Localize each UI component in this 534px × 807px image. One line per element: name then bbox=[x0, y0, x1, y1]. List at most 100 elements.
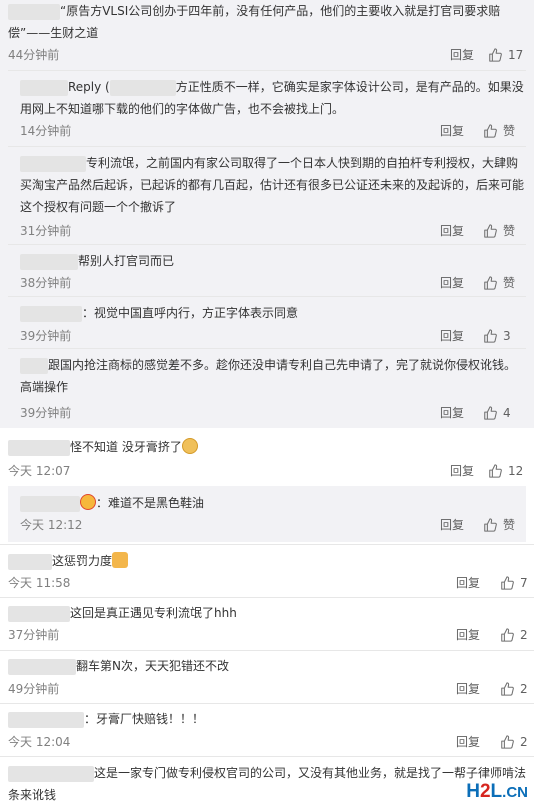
chick-emoji-icon bbox=[80, 494, 96, 510]
divider bbox=[8, 296, 526, 297]
thumb-up-icon bbox=[489, 48, 502, 62]
timestamp: 今天 11:58 bbox=[8, 576, 71, 590]
like-button[interactable]: 2 bbox=[500, 627, 528, 643]
timestamp: 44分钟前 bbox=[8, 48, 60, 62]
timestamp: 今天 12:12 bbox=[20, 518, 83, 532]
like-button[interactable]: 7 bbox=[500, 575, 528, 591]
like-button[interactable]: 4 bbox=[483, 405, 511, 421]
divider bbox=[0, 544, 534, 545]
watermark-letter: L bbox=[490, 781, 503, 802]
divider bbox=[0, 597, 534, 598]
timestamp: 49分钟前 bbox=[8, 682, 60, 696]
reply-button[interactable]: 回复 bbox=[456, 575, 480, 591]
reply-button[interactable]: 回复 bbox=[456, 627, 480, 643]
like-button[interactable]: 赞 bbox=[483, 123, 515, 139]
like-button[interactable]: 12 bbox=[488, 463, 523, 479]
reply-button[interactable]: 回复 bbox=[440, 123, 464, 139]
timestamp: 39分钟前 bbox=[20, 406, 72, 420]
like-button[interactable]: 3 bbox=[483, 328, 511, 344]
masked-username[interactable] bbox=[8, 3, 60, 20]
masked-username[interactable] bbox=[109, 79, 176, 96]
comment-text: 帮别人打官司而已 bbox=[20, 250, 525, 272]
comment-text: ：视觉中国直呼内行，方正字体表示同意 bbox=[20, 302, 525, 324]
divider bbox=[0, 756, 534, 757]
thumb-up-icon bbox=[484, 518, 497, 532]
like-count: 赞 bbox=[503, 276, 516, 290]
timestamp: 14分钟前 bbox=[20, 124, 72, 138]
like-button[interactable]: 2 bbox=[500, 681, 528, 697]
masked-username[interactable] bbox=[8, 658, 76, 675]
masked-username[interactable] bbox=[8, 439, 70, 456]
divider bbox=[8, 244, 526, 245]
masked-username[interactable] bbox=[20, 305, 82, 322]
reply-button[interactable]: 回复 bbox=[456, 681, 480, 697]
reply-button[interactable]: 回复 bbox=[440, 223, 464, 239]
divider bbox=[0, 650, 534, 651]
timestamp: 39分钟前 bbox=[20, 329, 72, 343]
thumb-up-icon bbox=[501, 682, 514, 696]
reply-button[interactable]: 回复 bbox=[450, 47, 474, 63]
masked-username[interactable] bbox=[8, 553, 52, 570]
like-button[interactable]: 赞 bbox=[483, 223, 515, 239]
reply-block-6: 跟国内抢注商标的感觉差不多。趁你还没申请专利自己先申请了，完了就说你侵权讹钱。高… bbox=[0, 348, 534, 428]
comment-text: ：牙膏厂快赔钱！！！ bbox=[8, 708, 526, 730]
comment-text: 跟国内抢注商标的感觉差不多。趁你还没申请专利自己先申请了，完了就说你侵权讹钱。高… bbox=[20, 357, 517, 394]
reply-block-3: 专利流氓，之前国内有家公司取得了一个日本人快到期的自拍杆专利授权，大肆购买淘宝产… bbox=[0, 146, 534, 244]
comment-text: “原告方VLSI公司创办于四年前，没有任何产品，他们的主要收入就是打官司要求赔偿… bbox=[8, 3, 501, 40]
comment-13: 这是一家专门做专利侵权官司的公司，又没有其他业务，就是找了一帮子律师啃法条来讹钱 bbox=[0, 756, 534, 807]
comment-text: 这惩罚力度 bbox=[8, 550, 526, 572]
site-watermark-logo: H2L.CN bbox=[466, 781, 528, 803]
like-button[interactable]: 2 bbox=[500, 734, 528, 750]
watermark-suffix: .CN bbox=[502, 784, 528, 801]
reply-block-1: “原告方VLSI公司创办于四年前，没有任何产品，他们的主要收入就是打官司要求赔偿… bbox=[0, 0, 534, 70]
reply-block-2: Reply (方正性质不一样，它确实是家字体设计公司，是有产品的。如果没用网上不… bbox=[0, 70, 534, 146]
comment-text: 专利流氓，之前国内有家公司取得了一个日本人快到期的自拍杆专利授权，大肆购买淘宝产… bbox=[20, 155, 525, 214]
timestamp: 38分钟前 bbox=[20, 276, 72, 290]
like-count: 3 bbox=[503, 329, 511, 343]
divider bbox=[8, 146, 526, 147]
masked-username[interactable] bbox=[20, 253, 78, 270]
masked-username[interactable] bbox=[20, 79, 68, 96]
reply-button[interactable]: 回复 bbox=[440, 517, 464, 533]
thumb-up-icon bbox=[501, 628, 514, 642]
timestamp: 今天 12:04 bbox=[8, 735, 71, 749]
reply-button[interactable]: 回复 bbox=[456, 734, 480, 750]
like-count: 17 bbox=[508, 48, 524, 62]
thumb-up-icon bbox=[501, 576, 514, 590]
comment-7: 怪不知道 没牙膏挤了 今天 12:07 回复 12 bbox=[0, 428, 534, 484]
reply-button[interactable]: 回复 bbox=[440, 275, 464, 291]
timestamp: 31分钟前 bbox=[20, 224, 72, 238]
like-count: 2 bbox=[520, 628, 528, 642]
like-button[interactable]: 赞 bbox=[483, 517, 515, 533]
reply-block-8: ：难道不是黑色鞋油 今天 12:12 回复 赞 bbox=[8, 486, 526, 542]
masked-username[interactable] bbox=[20, 357, 48, 374]
comment-text: 翻车第N次，天天犯错还不改 bbox=[8, 655, 526, 677]
like-count: 2 bbox=[520, 682, 528, 696]
like-count: 12 bbox=[508, 464, 524, 478]
timestamp: 今天 12:07 bbox=[8, 464, 71, 478]
like-count: 2 bbox=[520, 735, 528, 749]
like-button[interactable]: 17 bbox=[488, 47, 523, 63]
masked-username[interactable] bbox=[20, 155, 86, 172]
like-count: 4 bbox=[503, 406, 511, 420]
comment-text: ：难道不是黑色鞋油 bbox=[20, 492, 520, 514]
thumbs-up-emoji-icon bbox=[112, 552, 129, 568]
masked-username[interactable] bbox=[8, 605, 70, 622]
like-count: 赞 bbox=[503, 518, 516, 532]
masked-username[interactable] bbox=[8, 711, 84, 728]
like-count: 7 bbox=[520, 576, 528, 590]
comment-10: 这回是真正遇见专利流氓了hhh 37分钟前 回复 2 bbox=[0, 597, 534, 649]
like-button[interactable]: 赞 bbox=[483, 275, 515, 291]
masked-username[interactable] bbox=[8, 765, 94, 782]
divider bbox=[0, 703, 534, 704]
comment-text: 怪不知道 没牙膏挤了 bbox=[8, 436, 526, 458]
masked-username[interactable] bbox=[20, 495, 80, 512]
reply-button[interactable]: 回复 bbox=[450, 463, 474, 479]
thumb-up-icon bbox=[484, 124, 497, 138]
comment-11: 翻车第N次，天天犯错还不改 49分钟前 回复 2 bbox=[0, 650, 534, 702]
comment-text: 这回是真正遇见专利流氓了hhh bbox=[8, 602, 526, 624]
divider bbox=[8, 348, 526, 349]
comment-text: Reply (方正性质不一样，它确实是家字体设计公司，是有产品的。如果没用网上不… bbox=[20, 79, 524, 116]
reply-button[interactable]: 回复 bbox=[440, 405, 464, 421]
reply-button[interactable]: 回复 bbox=[440, 328, 464, 344]
